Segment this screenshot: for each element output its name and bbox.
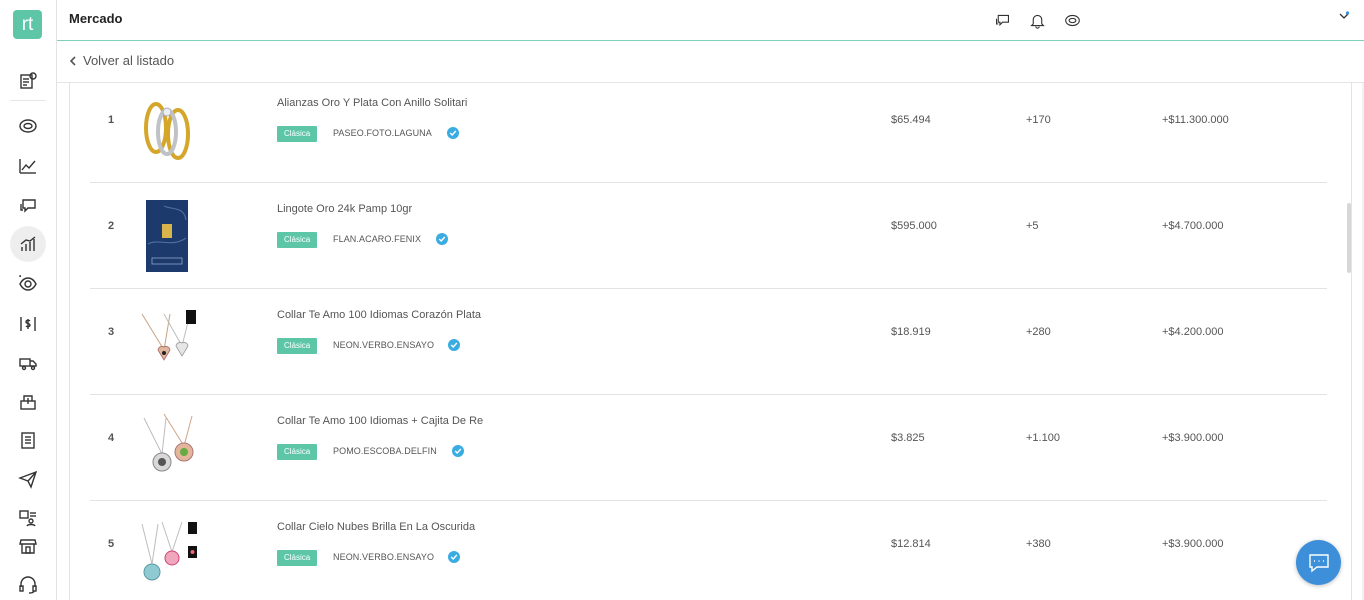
- seller-name[interactable]: FLAN.ACARO.FENIX: [333, 234, 421, 244]
- list-item[interactable]: 4 Collar Te Amo 100 Idiomas + Cajita De …: [90, 394, 1327, 501]
- list-item[interactable]: 1 Alianzas Oro Y Plata Con Anillo Solita…: [90, 83, 1327, 183]
- list-scrollbar[interactable]: [1347, 203, 1351, 273]
- revenue: +$11.300.000: [1162, 114, 1229, 126]
- back-label: Volver al listado: [83, 53, 175, 68]
- document-notification-icon[interactable]: [16, 69, 40, 93]
- app-logo[interactable]: rt: [13, 10, 42, 39]
- product-thumbnail[interactable]: [134, 194, 200, 278]
- back-to-list-link[interactable]: Volver al listado: [69, 53, 174, 68]
- list-item[interactable]: 5 Collar Cielo Nubes Brilla En La Oscuri…: [90, 500, 1327, 600]
- price: $595.000: [891, 220, 937, 232]
- units-sold: +170: [1026, 114, 1051, 126]
- price: $18.919: [891, 326, 931, 338]
- headset-icon[interactable]: [16, 573, 40, 597]
- listing-type-badge: Clásica: [277, 444, 318, 460]
- chat-button[interactable]: [1296, 540, 1341, 585]
- store-icon[interactable]: [16, 534, 40, 558]
- sidebar-divider: [10, 100, 46, 101]
- chat-icon: [1308, 553, 1329, 572]
- revenue: +$4.200.000: [1162, 326, 1224, 338]
- chevron-left-icon: [69, 55, 76, 66]
- caret-down-icon[interactable]: [1338, 10, 1350, 22]
- avatar-icon[interactable]: [16, 114, 40, 138]
- listing-type-badge: Clásica: [277, 550, 318, 566]
- seller-name[interactable]: POMO.ESCOBA.DELFIN: [333, 446, 437, 456]
- sidebar: rt: [0, 0, 57, 600]
- rank-number: 3: [108, 326, 115, 338]
- bell-icon[interactable]: [1027, 10, 1047, 30]
- revenue: +$3.900.000: [1162, 538, 1224, 550]
- price: $65.494: [891, 114, 931, 126]
- verified-icon: [448, 551, 460, 563]
- page-title: Mercado: [69, 11, 123, 26]
- subheader: Volver al listado: [57, 41, 1364, 83]
- product-name[interactable]: Lingote Oro 24k Pamp 10gr: [277, 203, 412, 215]
- listing-type-badge: Clásica: [277, 126, 318, 142]
- verified-icon: [447, 127, 459, 139]
- price: $12.814: [891, 538, 931, 550]
- units-sold: +5: [1026, 220, 1039, 232]
- product-name[interactable]: Collar Te Amo 100 Idiomas Corazón Plata: [277, 309, 481, 321]
- product-thumbnail[interactable]: [134, 300, 200, 384]
- verified-icon: [452, 445, 464, 457]
- rank-number: 5: [108, 538, 115, 550]
- seller-name[interactable]: NEON.VERBO.ENSAYO: [333, 340, 434, 350]
- seller-name[interactable]: NEON.VERBO.ENSAYO: [333, 552, 434, 562]
- users-list-icon[interactable]: [16, 506, 40, 530]
- listing-type-badge: Clásica: [277, 232, 318, 248]
- revenue: +$4.700.000: [1162, 220, 1224, 232]
- delivery-truck-icon[interactable]: [16, 351, 40, 375]
- product-thumbnail[interactable]: [134, 512, 200, 596]
- document-list-icon[interactable]: [16, 428, 40, 452]
- box-upload-icon[interactable]: [16, 390, 40, 414]
- units-sold: +280: [1026, 326, 1051, 338]
- top-header: Mercado: [57, 0, 1364, 41]
- product-name[interactable]: Collar Cielo Nubes Brilla En La Oscurida: [277, 521, 475, 533]
- chat-bubbles-icon[interactable]: [16, 194, 40, 218]
- list-item[interactable]: 3 Collar Te Amo 100 Idiomas Corazón Plat…: [90, 288, 1327, 395]
- rank-number: 2: [108, 220, 115, 232]
- price: $3.825: [891, 432, 925, 444]
- rank-number: 4: [108, 432, 115, 444]
- money-transfer-icon[interactable]: [16, 312, 40, 336]
- verified-icon: [448, 339, 460, 351]
- rank-number: 1: [108, 114, 115, 126]
- seller-name[interactable]: PASEO.FOTO.LAGUNA: [333, 128, 432, 138]
- line-chart-icon[interactable]: [16, 154, 40, 178]
- product-name[interactable]: Alianzas Oro Y Plata Con Anillo Solitari: [277, 97, 467, 109]
- revenue: +$3.900.000: [1162, 432, 1224, 444]
- product-thumbnail[interactable]: [134, 406, 200, 490]
- units-sold: +1.100: [1026, 432, 1060, 444]
- avatar-icon[interactable]: [1062, 10, 1082, 30]
- paper-plane-icon[interactable]: [16, 467, 40, 491]
- listing-type-badge: Clásica: [277, 338, 318, 354]
- units-sold: +380: [1026, 538, 1051, 550]
- product-thumbnail[interactable]: [134, 88, 200, 172]
- eye-icon[interactable]: [16, 272, 40, 296]
- list-item[interactable]: 2 Lingote Oro 24k Pamp 10gr Clásica FLAN…: [90, 182, 1327, 289]
- chat-bubbles-icon[interactable]: [992, 10, 1012, 30]
- product-ranking-list: 1 Alianzas Oro Y Plata Con Anillo Solita…: [69, 83, 1352, 600]
- product-name[interactable]: Collar Te Amo 100 Idiomas + Cajita De Re: [277, 415, 483, 427]
- bar-chart-icon[interactable]: [10, 226, 46, 262]
- verified-icon: [436, 233, 448, 245]
